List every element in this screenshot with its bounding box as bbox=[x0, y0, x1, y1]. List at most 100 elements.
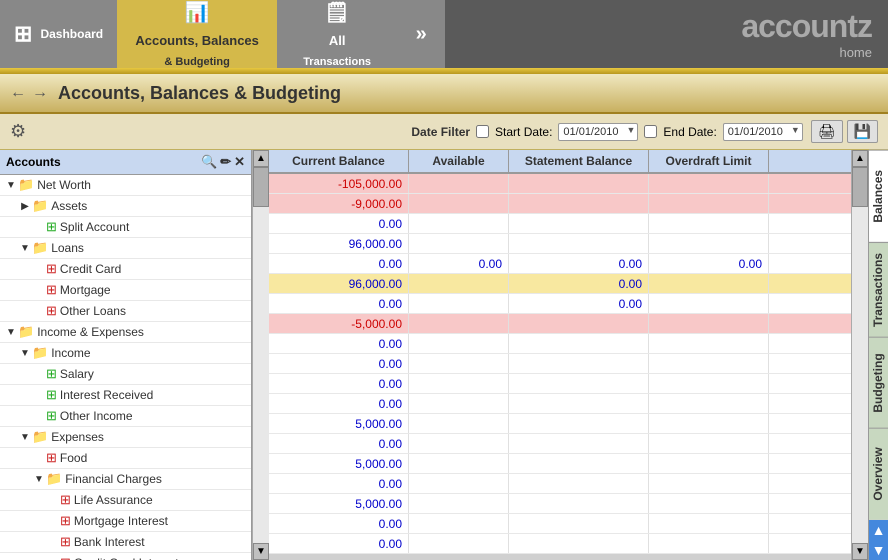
dashboard-icon: ⊞ bbox=[14, 21, 32, 47]
search-icon[interactable]: 🔍 bbox=[201, 154, 217, 170]
cell-statement bbox=[509, 354, 649, 373]
tree-toggle[interactable]: ▼ bbox=[32, 474, 46, 485]
end-date-checkbox[interactable] bbox=[644, 125, 657, 138]
table-row[interactable]: 5,000.00 bbox=[269, 454, 851, 474]
cell-available bbox=[409, 514, 509, 533]
settings-icon[interactable]: ⚙ bbox=[10, 121, 26, 142]
cell-overdraft: 0.00 bbox=[649, 254, 769, 273]
side-tab-transactions[interactable]: Transactions bbox=[869, 242, 888, 337]
back-button[interactable]: ← bbox=[10, 84, 26, 102]
more-button[interactable]: » bbox=[397, 0, 445, 68]
tree-toggle[interactable]: ▼ bbox=[18, 348, 32, 359]
cell-overdraft bbox=[649, 474, 769, 493]
tree-label: Other Loans bbox=[60, 304, 126, 318]
tree-row[interactable]: ⊞Salary bbox=[0, 364, 251, 385]
side-tab-budgeting[interactable]: Budgeting bbox=[869, 337, 888, 429]
table-row[interactable]: -5,000.00 bbox=[269, 314, 851, 334]
table-row[interactable]: 0.00 bbox=[269, 434, 851, 454]
tree-row[interactable]: ⊞Mortgage Interest bbox=[0, 511, 251, 532]
cell-overdraft bbox=[649, 434, 769, 453]
tree-toggle[interactable]: ▼ bbox=[18, 432, 32, 443]
tree-row[interactable]: ▼📁Net Worth bbox=[0, 175, 251, 196]
account-tree: ▼📁Net Worth▶📁Assets⊞Split Account▼📁Loans… bbox=[0, 175, 251, 560]
table-row[interactable]: 0.00 bbox=[269, 514, 851, 534]
tree-row[interactable]: ▼📁Expenses bbox=[0, 427, 251, 448]
tree-toggle[interactable]: ▼ bbox=[4, 180, 18, 191]
side-tab-balances[interactable]: Balances bbox=[869, 150, 888, 242]
tree-row[interactable]: ⊞Food bbox=[0, 448, 251, 469]
scroll-down-button[interactable]: ▼ bbox=[253, 543, 269, 560]
table-row[interactable]: 0.000.000.000.00 bbox=[269, 254, 851, 274]
close-icon[interactable]: ✕ bbox=[234, 154, 245, 170]
tree-row[interactable]: ⊞Bank Interest bbox=[0, 532, 251, 553]
start-date-select[interactable]: 01/01/2010 bbox=[558, 123, 638, 141]
table-row[interactable]: 96,000.00 bbox=[269, 234, 851, 254]
edit-icon[interactable]: ✏ bbox=[220, 154, 231, 170]
accounts-button[interactable]: 📊 Accounts, Balances & Budgeting bbox=[117, 0, 277, 68]
cell-overdraft bbox=[649, 314, 769, 333]
transactions-button[interactable]: 🗒 All Transactions bbox=[277, 0, 397, 68]
tree-label: Split Account bbox=[60, 220, 129, 234]
table-row[interactable]: 0.000.00 bbox=[269, 294, 851, 314]
tree-row[interactable]: ▼📁Financial Charges bbox=[0, 469, 251, 490]
tree-row[interactable]: ▼📁Income bbox=[0, 343, 251, 364]
folder-icon: 📁 bbox=[46, 471, 62, 487]
table-row[interactable]: 0.00 bbox=[269, 474, 851, 494]
cell-balance: 0.00 bbox=[269, 374, 409, 393]
start-date-checkbox[interactable] bbox=[476, 125, 489, 138]
right-scroll-up[interactable]: ▲ bbox=[852, 150, 868, 167]
side-tab-nav-up[interactable]: ▲ bbox=[869, 520, 888, 540]
cell-available bbox=[409, 214, 509, 233]
save-button[interactable]: 💾 bbox=[847, 120, 878, 143]
table-row[interactable]: 0.00 bbox=[269, 354, 851, 374]
table-row[interactable]: 0.00 bbox=[269, 334, 851, 354]
tree-row[interactable]: ⊞Interest Received bbox=[0, 385, 251, 406]
table-row[interactable]: 0.00 bbox=[269, 214, 851, 234]
tree-toggle[interactable]: ▶ bbox=[18, 201, 32, 212]
cell-available bbox=[409, 474, 509, 493]
table-row[interactable]: 0.00 bbox=[269, 394, 851, 414]
side-tab-nav-down[interactable]: ▼ bbox=[869, 540, 888, 560]
cell-available bbox=[409, 234, 509, 253]
table-row[interactable]: 5,000.00 bbox=[269, 414, 851, 434]
tree-row[interactable]: ⊞Split Account bbox=[0, 217, 251, 238]
table-row[interactable]: 96,000.000.00 bbox=[269, 274, 851, 294]
account-icon: ⊞ bbox=[46, 261, 57, 277]
table-row[interactable]: -105,000.00 bbox=[269, 174, 851, 194]
tree-row[interactable]: ▼📁Loans bbox=[0, 238, 251, 259]
tree-label: Expenses bbox=[51, 430, 104, 444]
table-row[interactable]: 0.00 bbox=[269, 374, 851, 394]
cell-overdraft bbox=[649, 454, 769, 473]
cell-available bbox=[409, 294, 509, 313]
tree-row[interactable]: ⊞Mortgage bbox=[0, 280, 251, 301]
tree-toggle[interactable]: ▼ bbox=[18, 243, 32, 254]
tree-row[interactable]: ⊞Other Loans bbox=[0, 301, 251, 322]
scroll-thumb[interactable] bbox=[253, 167, 269, 207]
tree-row[interactable]: ⊞Credit Card Interest bbox=[0, 553, 251, 560]
cell-available bbox=[409, 314, 509, 333]
side-tabs: BalancesTransactionsBudgetingOverview▲▼ bbox=[868, 150, 888, 560]
end-date-select[interactable]: 01/01/2010 bbox=[723, 123, 803, 141]
table-row[interactable]: 5,000.00 bbox=[269, 494, 851, 514]
cell-available bbox=[409, 534, 509, 553]
tree-row[interactable]: ⊞Other Income bbox=[0, 406, 251, 427]
scroll-up-button[interactable]: ▲ bbox=[253, 150, 269, 167]
accounts-icon: 📊 bbox=[185, 0, 210, 25]
account-icon: ⊞ bbox=[46, 408, 57, 424]
tree-row[interactable]: ▼📁Income & Expenses bbox=[0, 322, 251, 343]
forward-button[interactable]: → bbox=[32, 84, 48, 102]
cell-overdraft bbox=[649, 374, 769, 393]
table-row[interactable]: -9,000.00 bbox=[269, 194, 851, 214]
cell-overdraft bbox=[649, 494, 769, 513]
tree-toggle[interactable]: ▼ bbox=[4, 327, 18, 338]
side-tab-overview[interactable]: Overview bbox=[869, 428, 888, 520]
table-row[interactable]: 0.00 bbox=[269, 534, 851, 554]
tree-row[interactable]: ⊞Credit Card bbox=[0, 259, 251, 280]
dashboard-button[interactable]: ⊞ Dashboard bbox=[0, 0, 117, 68]
tree-row[interactable]: ▶📁Assets bbox=[0, 196, 251, 217]
right-scroll-thumb[interactable] bbox=[852, 167, 868, 207]
right-scroll-down[interactable]: ▼ bbox=[852, 543, 868, 560]
tree-row[interactable]: ⊞Life Assurance bbox=[0, 490, 251, 511]
col-overdraft-limit: Overdraft Limit bbox=[649, 150, 769, 172]
print-button[interactable]: 🖨 bbox=[811, 120, 843, 143]
